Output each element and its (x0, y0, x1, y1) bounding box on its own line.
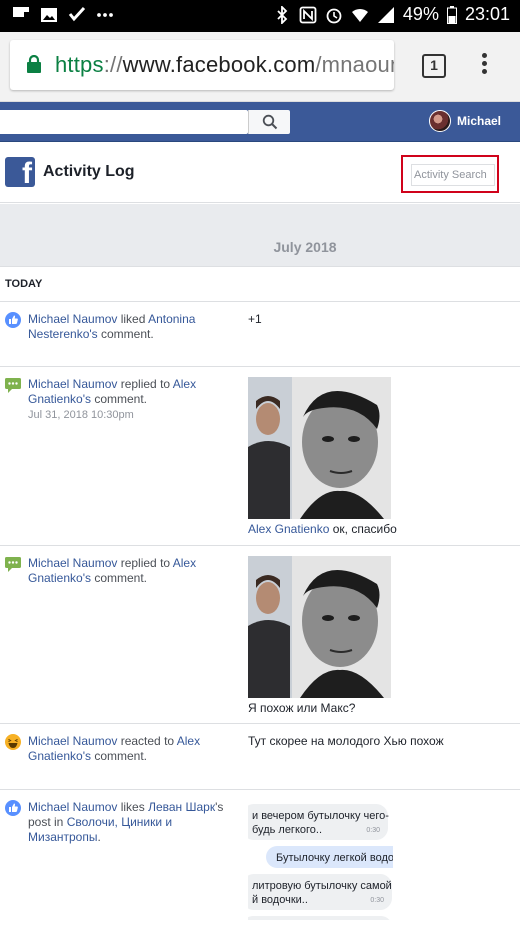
facebook-search-input[interactable] (0, 110, 248, 134)
chat-screenshot[interactable]: и вечером бутылочку чего- будь легкого..… (248, 800, 393, 920)
flipboard-icon (13, 7, 29, 17)
list-item: Michael Naumov liked Antonina Nesterenko… (0, 302, 520, 367)
entry-text: Michael Naumov replied to Alex Gnatienko… (28, 377, 228, 423)
battery-percent: 49% (402, 4, 439, 24)
chat-bubble (248, 916, 392, 920)
entry-text: Michael Naumov liked Antonina Nesterenko… (28, 312, 196, 341)
like-icon (5, 312, 21, 328)
profile-link[interactable]: Michael (428, 110, 501, 132)
actor-link[interactable]: Michael Naumov (28, 800, 117, 814)
like-icon (5, 800, 21, 816)
caption-author-link[interactable]: Alex Gnatienko (248, 522, 329, 536)
entry-content: Я похож или Макс? (248, 556, 508, 715)
url-text: https://www.facebook.com/mnaoum (55, 52, 394, 77)
browser-toolbar: https://www.facebook.com/mnaoum 1 (0, 32, 520, 102)
clock: 23:01 (464, 4, 510, 24)
alarm-icon (326, 8, 342, 23)
entry-content: Alex Gnatienko ок, спасибо (248, 377, 508, 536)
browser-menu-button[interactable] (478, 50, 490, 80)
page-title: Activity Log (43, 163, 135, 180)
list-item: Michael Naumov replied to Alex Gnatienko… (0, 546, 520, 724)
status-bar: 49% 23:01 (0, 0, 520, 32)
profile-name: Michael (456, 114, 501, 128)
bluetooth-icon (277, 5, 288, 24)
signal-icon (377, 6, 394, 23)
battery-icon (446, 5, 457, 24)
comment-icon (5, 557, 21, 572)
tab-switcher-button[interactable]: 1 (422, 54, 446, 78)
search-icon (262, 114, 278, 130)
facebook-search-button[interactable] (248, 110, 290, 134)
more-notifications-icon (97, 13, 113, 17)
entry-text: Michael Naumov replied to Alex Gnatienko… (28, 556, 197, 585)
comment-icon (5, 378, 21, 393)
entry-text: Michael Naumov reacted to Alex Gnatienko… (28, 734, 201, 763)
entry-content: +1 (248, 312, 262, 326)
section-header: TODAY (0, 268, 520, 302)
timestamp[interactable]: Jul 31, 2018 10:30pm (28, 408, 228, 423)
comment-photo[interactable] (248, 377, 391, 519)
comment-caption: Я похож или Макс? (248, 701, 356, 715)
comment-caption: Alex Gnatienko ок, спасибо (248, 522, 397, 536)
list-item: Michael Naumov reacted to Alex Gnatienko… (0, 724, 520, 790)
month-header: July 2018 (0, 204, 520, 267)
haha-reaction-icon (5, 734, 21, 750)
address-bar[interactable]: https://www.facebook.com/mnaoum (10, 40, 394, 90)
activity-search-highlight (401, 155, 499, 193)
actor-link[interactable]: Michael Naumov (28, 734, 117, 748)
entry-text: Michael Naumov likes Леван Шарк's post i… (28, 800, 224, 844)
gallery-icon (41, 8, 57, 22)
checkmark-app-icon (68, 6, 86, 22)
wifi-icon (351, 8, 368, 22)
avatar (428, 110, 451, 132)
list-item: Michael Naumov replied to Alex Gnatienko… (0, 367, 520, 546)
activity-search-input[interactable] (411, 164, 495, 186)
entry-content: Тут скорее на молодого Хью похож (248, 734, 444, 748)
chat-bubble: литровую бутылочку самой й водочки.. 0:3… (248, 874, 392, 910)
facebook-top-bar: Michael (0, 102, 520, 142)
facebook-logo-icon[interactable]: f (5, 157, 35, 187)
month-label: July 2018 (273, 239, 337, 255)
actor-link[interactable]: Michael Naumov (28, 556, 117, 570)
nfc-icon (299, 6, 317, 23)
comment-photo[interactable] (248, 556, 391, 698)
target-link[interactable]: Леван Шарк (148, 800, 215, 814)
list-item: Michael Naumov likes Леван Шарк's post i… (0, 790, 520, 925)
actor-link[interactable]: Michael Naumov (28, 377, 117, 391)
section-label: TODAY (5, 278, 43, 290)
chat-bubble: Бутылочку легкой водо (266, 846, 393, 868)
lock-icon (27, 55, 41, 73)
chat-bubble: и вечером бутылочку чего- будь легкого..… (248, 804, 389, 840)
actor-link[interactable]: Michael Naumov (28, 312, 117, 326)
